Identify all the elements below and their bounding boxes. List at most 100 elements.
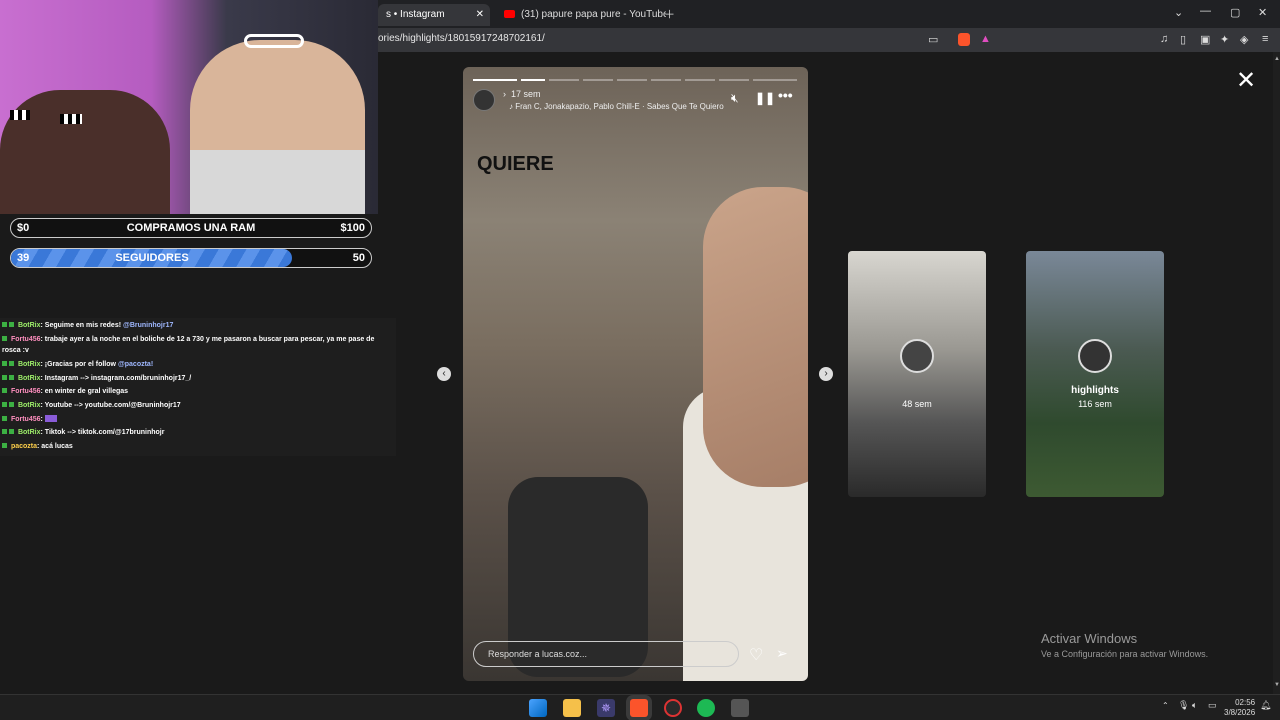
tab-close-icon[interactable]: ✕ (476, 4, 484, 26)
chat-user: BotRix (17, 322, 41, 329)
app-icon[interactable]: ✵ (597, 699, 615, 717)
windows-start-icon[interactable] (529, 699, 547, 717)
tab-instagram[interactable]: s • Instagram ✕ (378, 4, 490, 26)
browser-tab-strip: s • Instagram ✕ (31) papure papa pure - … (378, 0, 1280, 28)
highlight-card[interactable]: 48 sem (848, 251, 986, 497)
brave-rewards-icon[interactable]: ▲ (980, 33, 991, 45)
app-icon[interactable] (731, 699, 749, 717)
chat-user: BotRix (17, 402, 41, 409)
obs-icon[interactable] (664, 699, 682, 717)
network-icon[interactable]: ▭ (1208, 700, 1217, 711)
progress-segment (473, 79, 517, 81)
highlight-card[interactable]: highlights 116 sem (1026, 251, 1164, 497)
chat-message: Fortu456: (2, 415, 57, 423)
tab-youtube[interactable]: (31) papure papa pure - YouTube (496, 4, 666, 26)
progress-segment (549, 79, 579, 81)
highlight-avatar (900, 339, 934, 373)
chat-mention: @Bruninhojr17 (123, 322, 174, 329)
avatar[interactable] (473, 89, 495, 111)
file-explorer-icon[interactable] (563, 699, 581, 717)
chat-text: : ¡Gracias por el follow (40, 361, 116, 368)
story-song-row[interactable]: ♪ Fran C, Jonakapazio, Pablo Chill-E · S… (509, 102, 724, 111)
windows-taskbar: ✵ ⌃ 🎙︎ 🔈︎ ▭ 02:56 3/8/2026 🔔︎ (0, 694, 1280, 720)
stream-chat: BotRix: Seguime en mis redes! @Bruninhoj… (0, 318, 396, 456)
window-close-icon[interactable]: ✕ (1258, 6, 1267, 19)
maximize-icon[interactable]: ▢ (1230, 6, 1240, 19)
youtube-icon (504, 10, 515, 18)
media-icon[interactable]: ♫ (1160, 33, 1168, 45)
tray-chevron-icon[interactable]: ⌃ (1162, 701, 1169, 710)
chat-message: rosca :v (2, 347, 29, 354)
goal-bar-ram: $0 COMPRAMOS UNA RAM $100 (10, 218, 372, 238)
pause-icon[interactable]: ❚❚ (755, 91, 775, 105)
clock-time: 02:56 (1235, 698, 1256, 707)
bot-badge-icon (9, 322, 14, 327)
chat-message: pacozta: acá lucas (2, 443, 73, 450)
scrollbar[interactable]: ▲ ▼ (1273, 52, 1280, 694)
chat-message: Fortu456: en winter de gral villegas (2, 388, 128, 395)
active-story[interactable]: › 17 sem ♪ Fran C, Jonakapazio, Pablo Ch… (463, 67, 808, 681)
previous-arrow-icon[interactable]: ‹ (437, 367, 451, 381)
progress-segment (719, 79, 749, 81)
chat-message: BotRix: Tiktok --> tiktok.com/@17bruninh… (2, 429, 164, 436)
mod-badge-icon (2, 429, 7, 434)
bot-badge-icon (9, 375, 14, 380)
highlight-avatar (1078, 339, 1112, 373)
chat-text: : Instagram --> instagram.com/bruninhojr… (40, 375, 192, 382)
url-text[interactable]: ories/highlights/18015917248702161/ (378, 33, 545, 44)
chevron-right-icon: › (503, 89, 506, 99)
scroll-up-icon[interactable]: ▲ (1274, 56, 1280, 62)
goal-bar-followers: 39 SEGUIDORES 50 (10, 248, 372, 268)
like-heart-icon[interactable]: ♡ (749, 645, 763, 665)
mute-icon[interactable]: 🔇︎ (731, 91, 739, 106)
chat-mention: @pacozta! (117, 361, 154, 368)
sidebar-icon[interactable]: ▯ (1180, 33, 1186, 46)
story-caption: QUIERE (477, 153, 554, 175)
new-tab-icon[interactable]: ＋ (664, 6, 675, 22)
mod-badge-icon (2, 416, 7, 421)
minimize-icon[interactable]: — (1200, 5, 1211, 17)
cast-icon[interactable]: ▭ (928, 33, 938, 46)
mod-badge-icon (2, 361, 7, 366)
chat-text: : Tiktok --> tiktok.com/@17bruninhojr (40, 429, 165, 436)
highlight-time: 116 sem (1078, 399, 1112, 409)
notification-bell-icon[interactable]: 🔔︎ (1260, 700, 1271, 711)
chat-message: BotRix: Youtube --> youtube.com/@Bruninh… (2, 402, 181, 409)
bot-badge-icon (9, 361, 14, 366)
mod-badge-icon (2, 322, 7, 327)
chat-user: Fortu456 (10, 416, 41, 423)
brave-shield-icon[interactable] (958, 33, 970, 46)
volume-icon[interactable]: 🔈︎ (1192, 700, 1197, 711)
reply-input[interactable]: Responder a lucas.coz... (473, 641, 739, 667)
progress-segment (651, 79, 681, 81)
chat-message: BotRix: Instagram --> instagram.com/brun… (2, 375, 191, 382)
tab-label: s • Instagram (386, 9, 445, 20)
bot-badge-icon (9, 402, 14, 407)
vpn-icon[interactable]: ◈ (1240, 33, 1248, 46)
spotify-icon[interactable] (697, 699, 715, 717)
taskbar-clock[interactable]: 02:56 3/8/2026 (1224, 698, 1255, 718)
tab-label: (31) papure papa pure - YouTube (521, 9, 666, 20)
share-send-icon[interactable]: ➢ (776, 645, 788, 662)
clock-date: 3/8/2026 (1224, 708, 1256, 717)
close-icon[interactable]: ✕ (1236, 66, 1256, 95)
mod-badge-icon (2, 402, 7, 407)
microphone-icon[interactable]: 🎙︎ (1178, 700, 1189, 711)
more-options-icon[interactable]: ••• (778, 87, 793, 103)
chat-text: : Seguime en mis redes! (40, 322, 122, 329)
brave-browser-icon[interactable] (630, 699, 648, 717)
bot-badge-icon (9, 429, 14, 434)
tab-search-icon[interactable]: ⌄ (1174, 6, 1183, 19)
next-arrow-icon[interactable]: › (819, 367, 833, 381)
chat-user: BotRix (17, 375, 41, 382)
windows-activation-title: Activar Windows (1041, 631, 1138, 646)
scroll-down-icon[interactable]: ▼ (1274, 682, 1280, 688)
address-bar[interactable]: ories/highlights/18015917248702161/ ▭ ▲ … (378, 28, 1280, 52)
menu-icon[interactable]: ≡ (1262, 33, 1268, 45)
mod-badge-icon (2, 443, 7, 448)
goal-end: 50 (352, 252, 365, 264)
pixel-glasses-icon (10, 110, 30, 120)
chat-text: : (40, 416, 43, 423)
leo-ai-icon[interactable]: ✦ (1220, 33, 1229, 46)
wallet-icon[interactable]: ▣ (1200, 33, 1210, 46)
